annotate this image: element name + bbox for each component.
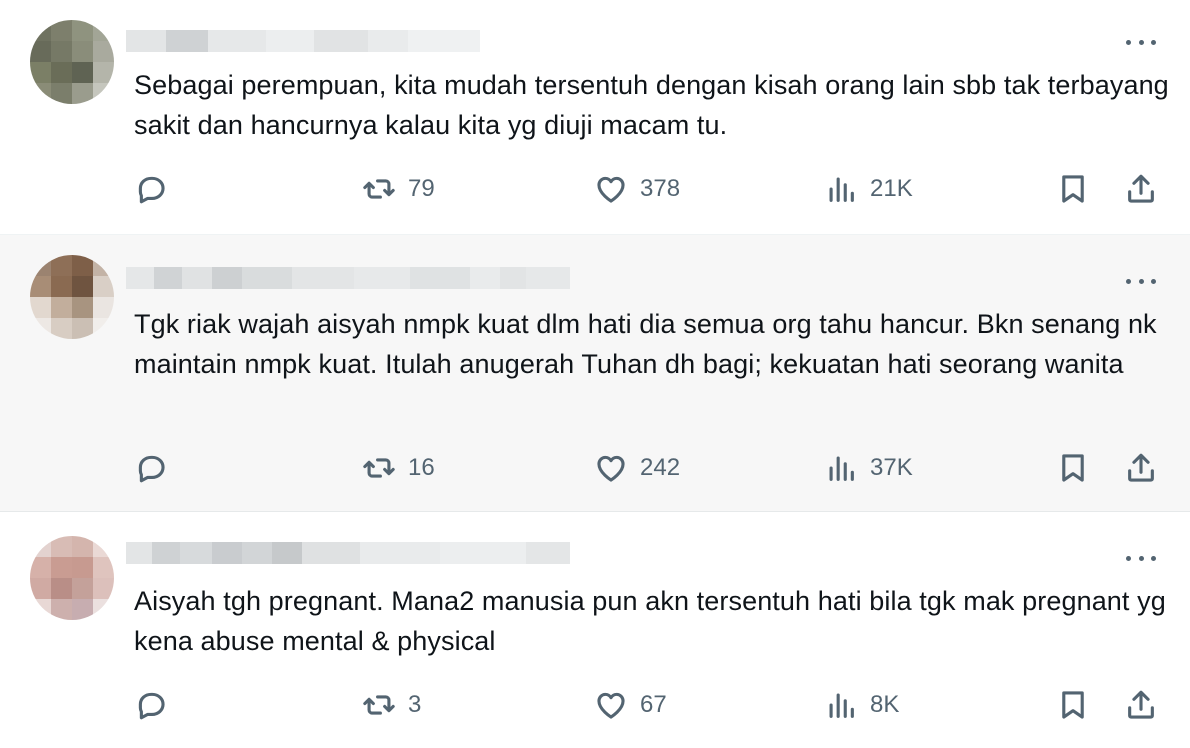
retweet-count: 79 (408, 175, 435, 202)
author-name[interactable] (126, 30, 480, 52)
share-button[interactable] (1124, 451, 1158, 485)
avatar[interactable] (30, 20, 114, 104)
more-icon[interactable] (1126, 37, 1156, 47)
tweet-text: Sebagai perempuan, kita mudah tersentuh … (134, 70, 1169, 140)
retweet-button[interactable]: 16 (362, 451, 435, 485)
tweet[interactable]: Aisyah tgh pregnant. Mana2 manusia pun a… (0, 512, 1190, 748)
like-button[interactable]: 242 (594, 451, 680, 485)
views-count: 21K (870, 175, 913, 202)
views-button[interactable]: 37K (824, 451, 913, 485)
reply-button[interactable] (134, 172, 168, 206)
share-icon (1128, 174, 1154, 203)
share-icon (1128, 690, 1154, 719)
bookmark-icon (1062, 691, 1084, 719)
heart-icon (597, 455, 625, 482)
heart-icon (597, 176, 625, 203)
reply-icon (138, 176, 165, 204)
views-count: 8K (870, 691, 900, 718)
bookmark-button[interactable] (1056, 172, 1090, 206)
bookmark-icon (1062, 175, 1084, 203)
retweet-count: 3 (408, 691, 422, 718)
views-icon (829, 177, 854, 202)
more-icon[interactable] (1126, 553, 1156, 563)
bookmark-button[interactable] (1056, 688, 1090, 722)
author-name[interactable] (126, 542, 570, 564)
retweet-icon (363, 179, 395, 199)
views-icon (829, 456, 854, 481)
like-button[interactable]: 378 (594, 172, 680, 206)
bookmark-button[interactable] (1056, 451, 1090, 485)
more-icon[interactable] (1126, 276, 1156, 286)
reply-icon (138, 455, 165, 483)
share-icon (1128, 453, 1154, 482)
reply-button[interactable] (134, 451, 168, 485)
bookmark-icon (1062, 454, 1084, 482)
share-button[interactable] (1124, 688, 1158, 722)
like-button[interactable]: 67 (594, 688, 667, 722)
views-icon (829, 693, 854, 718)
author-name[interactable] (126, 267, 570, 289)
tweet[interactable]: Tgk riak wajah aisyah nmpk kuat dlm hati… (0, 234, 1190, 512)
retweet-button[interactable]: 79 (362, 172, 435, 206)
retweet-button[interactable]: 3 (362, 688, 421, 722)
retweet-count: 16 (408, 454, 435, 481)
avatar[interactable] (30, 255, 114, 339)
reply-button[interactable] (134, 688, 168, 722)
retweet-icon (363, 695, 395, 715)
tweet-text: Aisyah tgh pregnant. Mana2 manusia pun a… (134, 586, 1166, 656)
reply-icon (138, 692, 165, 720)
heart-icon (597, 692, 625, 719)
views-button[interactable]: 21K (824, 172, 913, 206)
like-count: 378 (640, 175, 681, 202)
tweet[interactable]: Sebagai perempuan, kita mudah tersentuh … (0, 0, 1190, 234)
tweet-text: Tgk riak wajah aisyah nmpk kuat dlm hati… (134, 309, 1157, 379)
like-count: 67 (640, 691, 667, 718)
views-count: 37K (870, 454, 913, 481)
retweet-icon (363, 458, 395, 478)
share-button[interactable] (1124, 172, 1158, 206)
avatar[interactable] (30, 536, 114, 620)
like-count: 242 (640, 454, 681, 481)
views-button[interactable]: 8K (824, 688, 899, 722)
